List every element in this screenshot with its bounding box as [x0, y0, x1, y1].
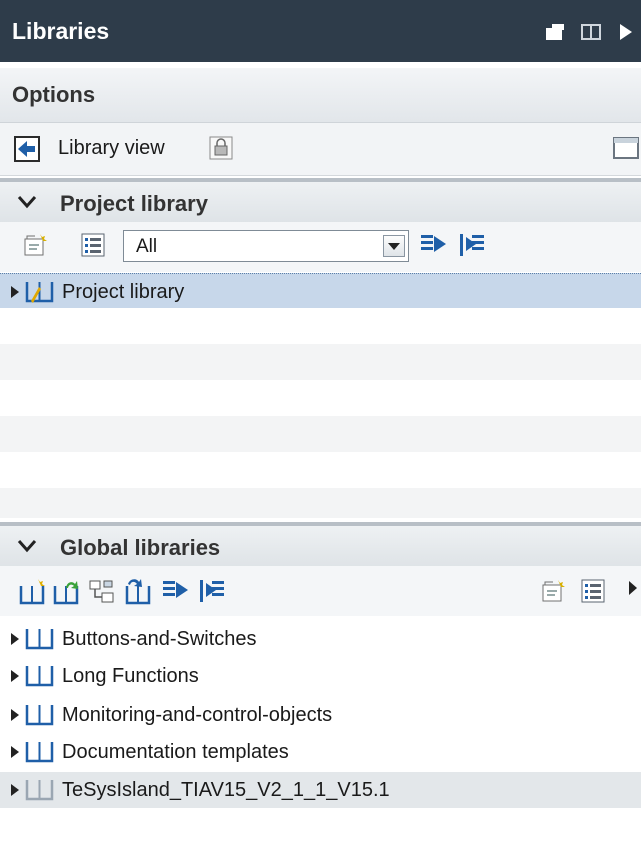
library-label: TeSysIsland_TIAV15_V2_1_1_V15.1: [62, 779, 390, 801]
update-library-button[interactable]: [124, 578, 151, 605]
global-library-item[interactable]: TeSysIsland_TIAV15_V2_1_1_V15.1: [0, 772, 641, 808]
library-view-label[interactable]: Library view: [58, 137, 165, 160]
options-header[interactable]: Options: [0, 68, 641, 123]
library-label: Long Functions: [62, 665, 199, 687]
global-library-item[interactable]: Monitoring-and-control-objects: [0, 697, 641, 733]
play-arrow-icon: [620, 24, 632, 40]
new-folder-icon: [542, 580, 565, 602]
project-library-section-label: Project library: [60, 191, 208, 216]
library-label: Documentation templates: [62, 741, 289, 763]
split-view-icon: [581, 24, 601, 40]
project-library-tree-empty-area: [0, 308, 641, 518]
library-view-bar: Library view: [0, 123, 641, 176]
collapse-arrow-icon: [200, 580, 224, 602]
new-element-button[interactable]: [22, 232, 48, 258]
library-book-icon: [25, 780, 54, 801]
chevron-down-icon: [388, 243, 400, 250]
save-library-button[interactable]: [88, 578, 114, 604]
open-library-view-icon: [14, 136, 40, 162]
expand-all-button[interactable]: [420, 232, 446, 258]
update-icon: [125, 579, 151, 605]
global-expand-all-button[interactable]: [162, 578, 188, 604]
expand-arrow-icon[interactable]: [10, 783, 20, 797]
hierarchy-icon: [89, 580, 114, 603]
global-library-item[interactable]: Long Functions: [0, 658, 641, 694]
library-label: Monitoring-and-control-objects: [62, 704, 333, 726]
library-book-icon: [25, 666, 54, 687]
library-label: Buttons-and-Switches: [62, 628, 257, 650]
chevron-down-icon[interactable]: [16, 194, 38, 210]
global-library-item[interactable]: Buttons-and-Switches: [0, 621, 641, 657]
filter-value: All: [136, 236, 158, 257]
library-filter-select[interactable]: All: [123, 230, 409, 262]
float-window-button[interactable]: [544, 22, 566, 42]
library-view-button[interactable]: [14, 136, 40, 162]
library-book-icon: [25, 629, 54, 650]
toolbar-overflow-button[interactable]: [628, 580, 640, 606]
panel-title: Libraries: [12, 18, 110, 44]
collapse-all-button[interactable]: [458, 232, 484, 258]
panel-titlebar: Libraries: [0, 0, 641, 62]
expand-arrow-icon[interactable]: [10, 669, 20, 683]
project-library-header[interactable]: Project library: [0, 178, 641, 226]
expand-arrow-icon[interactable]: [10, 632, 20, 646]
play-arrow-icon: [629, 581, 637, 595]
libraries-panel: Libraries Options Library view Project l…: [0, 0, 641, 843]
collapse-arrow-icon: [460, 234, 484, 256]
collapse-panel-button[interactable]: [618, 22, 636, 42]
expand-arrow-icon: [163, 581, 188, 598]
window-icon: [613, 137, 639, 159]
open-library-icon: [53, 581, 79, 605]
create-global-library-button[interactable]: [18, 578, 45, 605]
new-library-icon: [19, 579, 45, 605]
options-label: Options: [12, 82, 96, 107]
expand-arrow-icon[interactable]: [10, 745, 20, 759]
split-view-button[interactable]: [580, 22, 602, 42]
expand-arrow-icon[interactable]: [10, 285, 20, 299]
library-book-icon: [25, 742, 54, 763]
list-view-icon: [81, 233, 105, 257]
toggle-details-button[interactable]: [612, 135, 640, 161]
new-folder-icon: [24, 234, 47, 256]
global-libraries-section-label: Global libraries: [60, 535, 221, 560]
global-details-view-button[interactable]: [580, 578, 606, 604]
global-new-element-button[interactable]: [540, 578, 566, 604]
project-library-icon: [25, 282, 54, 303]
expand-arrow-icon[interactable]: [10, 708, 20, 722]
global-libraries-toolbar: [0, 566, 641, 616]
expand-arrow-icon: [421, 235, 446, 252]
list-view-icon: [581, 579, 605, 603]
global-collapse-all-button[interactable]: [198, 578, 224, 604]
global-libraries-header[interactable]: Global libraries: [0, 522, 641, 570]
open-global-library-button[interactable]: [52, 578, 79, 605]
tree-item-label: Project library: [62, 281, 185, 303]
library-book-icon: [25, 705, 54, 726]
float-window-icon: [546, 24, 564, 40]
lock-button[interactable]: [208, 135, 234, 161]
global-library-item[interactable]: Documentation templates: [0, 734, 641, 770]
tree-item-project-library[interactable]: Project library: [0, 273, 641, 311]
chevron-down-icon[interactable]: [16, 538, 38, 554]
filter-dropdown-button[interactable]: [383, 235, 405, 257]
details-view-button[interactable]: [80, 232, 106, 258]
lock-icon: [209, 136, 233, 160]
